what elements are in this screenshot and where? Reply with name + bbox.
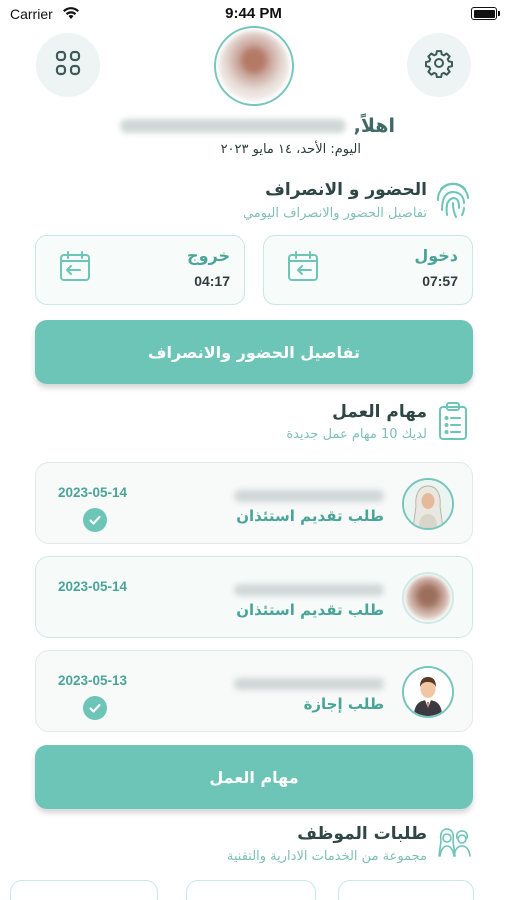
redacted-requester-name	[234, 581, 384, 600]
task-type: طلب تقديم استئذان	[236, 507, 384, 525]
task-date: 2023-05-13	[58, 673, 128, 688]
redacted-requester-name	[234, 675, 384, 694]
task-type: طلب إجازة	[303, 695, 384, 713]
grid-icon	[54, 49, 82, 81]
check-in-card[interactable]: دخول 07:57	[263, 235, 473, 305]
request-card[interactable]	[10, 880, 158, 900]
check-icon	[83, 696, 107, 720]
task-date: 2023-05-14	[58, 485, 128, 500]
profile-avatar[interactable]	[214, 26, 294, 106]
status-bar: Carrier 9:44 PM	[0, 0, 507, 28]
redacted-requester-name	[234, 487, 384, 506]
battery-icon	[471, 7, 500, 20]
attendance-subtitle: تفاصيل الحضور والانصراف اليومي	[242, 206, 427, 221]
calendar-out-icon	[58, 249, 92, 287]
greeting-text: اهلاً,	[353, 115, 395, 137]
calendar-in-icon	[286, 249, 320, 287]
task-card[interactable]: طلب تقديم استئذان 2023-05-14	[35, 556, 473, 638]
task-card[interactable]: طلب إجازة 2023-05-13	[35, 650, 473, 732]
requests-subtitle: مجموعة من الخدمات الادارية والتقنية	[226, 849, 427, 864]
task-type: طلب تقديم استئذان	[236, 601, 384, 619]
tasks-button[interactable]: مهام العمل	[35, 745, 473, 809]
attendance-title: الحضور و الانصراف	[265, 180, 427, 200]
request-card[interactable]	[338, 880, 474, 900]
task-date: 2023-05-14	[58, 579, 128, 594]
check-icon	[83, 508, 107, 532]
check-in-time: 07:57	[422, 273, 458, 289]
redacted-user-name	[119, 119, 346, 133]
today-date: اليوم: الأحد، ١٤ مايو ٢٠٢٣	[220, 142, 361, 157]
avatar	[402, 572, 454, 624]
task-card[interactable]: طلب تقديم استئذان 2023-05-14	[35, 462, 473, 544]
check-out-card[interactable]: خروج 04:17	[35, 235, 245, 305]
check-out-label: خروج	[187, 246, 230, 265]
check-out-time: 04:17	[194, 273, 230, 289]
fingerprint-icon	[433, 178, 473, 224]
tasks-subtitle: لديك 10 مهام عمل جديدة	[286, 427, 427, 442]
settings-button[interactable]	[407, 33, 471, 97]
clipboard-icon	[437, 401, 469, 445]
avatar	[402, 666, 454, 718]
attendance-details-button[interactable]: تفاصيل الحضور والانصراف	[35, 320, 473, 384]
check-in-label: دخول	[414, 246, 458, 265]
greeting-row: اهلاً,	[119, 115, 395, 137]
gear-icon	[424, 48, 454, 82]
clock: 9:44 PM	[225, 5, 282, 22]
tasks-title: مهام العمل	[332, 402, 427, 422]
avatar	[402, 478, 454, 530]
apps-menu-button[interactable]	[36, 33, 100, 97]
requests-title: طلبات الموظف	[297, 824, 427, 844]
employees-icon	[433, 824, 475, 864]
request-card[interactable]	[186, 880, 316, 900]
